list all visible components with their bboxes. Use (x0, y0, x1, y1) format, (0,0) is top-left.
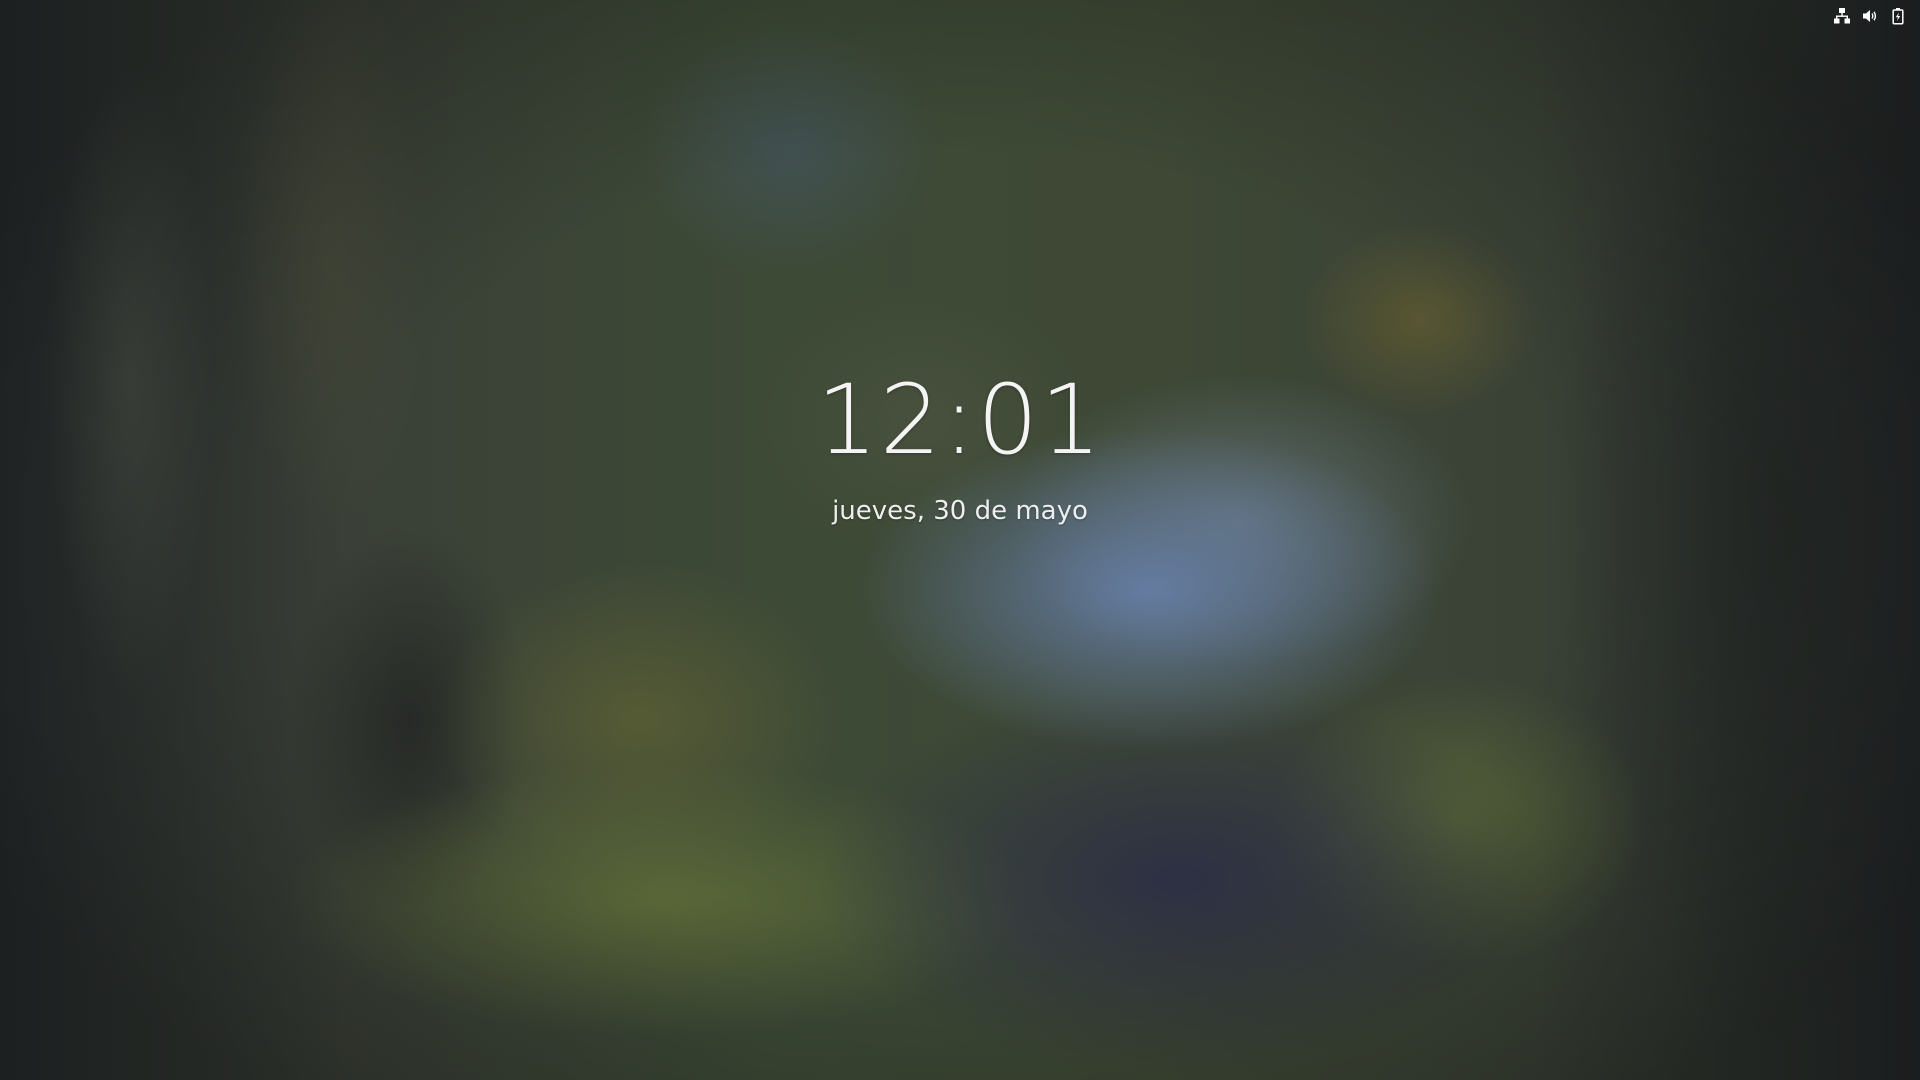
clock-time: 12:01 (816, 364, 1104, 476)
network-wired-icon[interactable] (1832, 6, 1852, 26)
lock-screen-clock: 12:01 jueves, 30 de mayo (0, 360, 1920, 528)
system-tray[interactable] (1824, 0, 1920, 32)
background-vignette (0, 0, 1920, 1080)
volume-icon[interactable] (1860, 6, 1880, 26)
clock-date: jueves, 30 de mayo (832, 496, 1088, 526)
lock-screen[interactable]: 12:01 jueves, 30 de mayo (0, 0, 1920, 1080)
battery-icon[interactable] (1888, 6, 1908, 26)
